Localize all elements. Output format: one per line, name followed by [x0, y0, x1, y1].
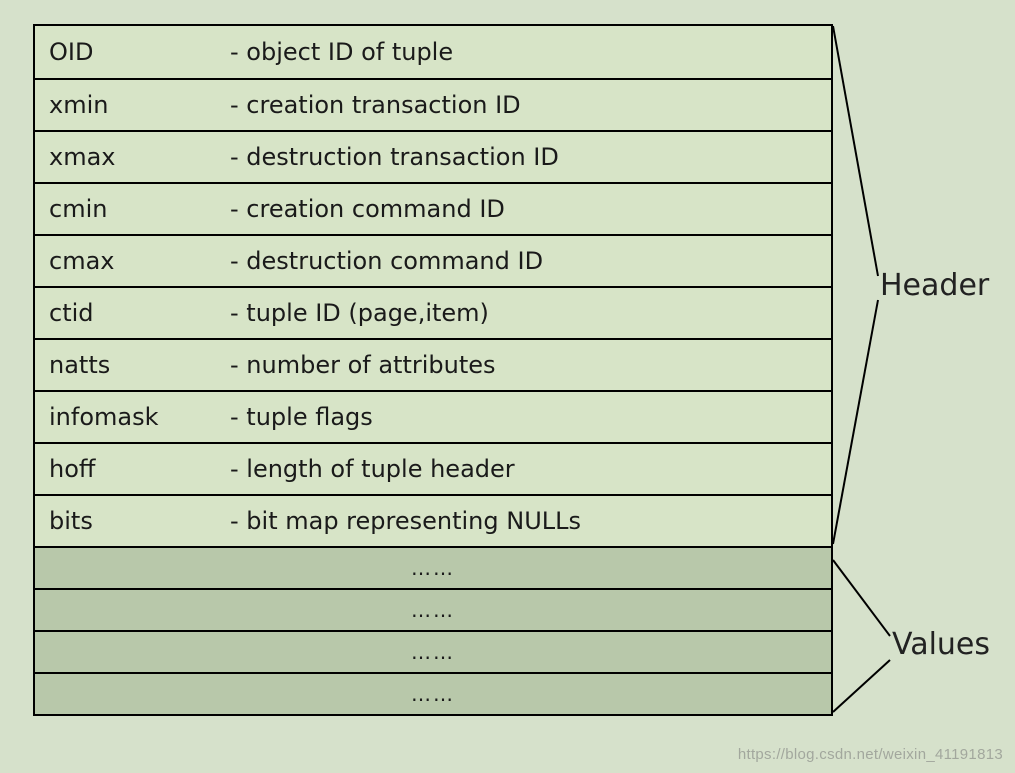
field-name: OID [35, 38, 230, 66]
header-section-label: Header [880, 268, 989, 303]
field-name: bits [35, 507, 230, 535]
field-name: natts [35, 351, 230, 379]
header-field-row: cmax- destruction command ID [35, 234, 831, 286]
header-field-row: xmin- creation transaction ID [35, 78, 831, 130]
value-placeholder-row: …… [35, 588, 831, 630]
header-field-row: bits- bit map representing NULLs [35, 494, 831, 546]
header-field-row: hoff- length of tuple header [35, 442, 831, 494]
field-name: infomask [35, 403, 230, 431]
field-name: cmin [35, 195, 230, 223]
header-field-row: ctid- tuple ID (page,item) [35, 286, 831, 338]
value-placeholder-text: …… [411, 598, 455, 622]
field-name: ctid [35, 299, 230, 327]
field-name: hoff [35, 455, 230, 483]
field-description: - bit map representing NULLs [230, 507, 831, 535]
value-placeholder-row: …… [35, 672, 831, 714]
value-placeholder-row: …… [35, 630, 831, 672]
value-placeholder-text: …… [411, 682, 455, 706]
header-field-row: cmin- creation command ID [35, 182, 831, 234]
watermark-text: https://blog.csdn.net/weixin_41191813 [738, 746, 1003, 763]
field-description: - object ID of tuple [230, 38, 831, 66]
value-placeholder-text: …… [411, 556, 455, 580]
value-placeholder-text: …… [411, 640, 455, 664]
values-section-label: Values [892, 627, 990, 662]
field-description: - tuple flags [230, 403, 831, 431]
header-field-row: natts- number of attributes [35, 338, 831, 390]
value-placeholder-row: …… [35, 546, 831, 588]
field-name: xmin [35, 91, 230, 119]
field-name: xmax [35, 143, 230, 171]
field-description: - length of tuple header [230, 455, 831, 483]
field-description: - destruction transaction ID [230, 143, 831, 171]
field-description: - tuple ID (page,item) [230, 299, 831, 327]
tuple-layout-table: OID- object ID of tuplexmin- creation tr… [33, 24, 833, 716]
header-field-row: infomask- tuple flags [35, 390, 831, 442]
header-field-row: xmax- destruction transaction ID [35, 130, 831, 182]
field-description: - number of attributes [230, 351, 831, 379]
field-description: - destruction command ID [230, 247, 831, 275]
field-description: - creation transaction ID [230, 91, 831, 119]
header-field-row: OID- object ID of tuple [35, 26, 831, 78]
field-name: cmax [35, 247, 230, 275]
field-description: - creation command ID [230, 195, 831, 223]
